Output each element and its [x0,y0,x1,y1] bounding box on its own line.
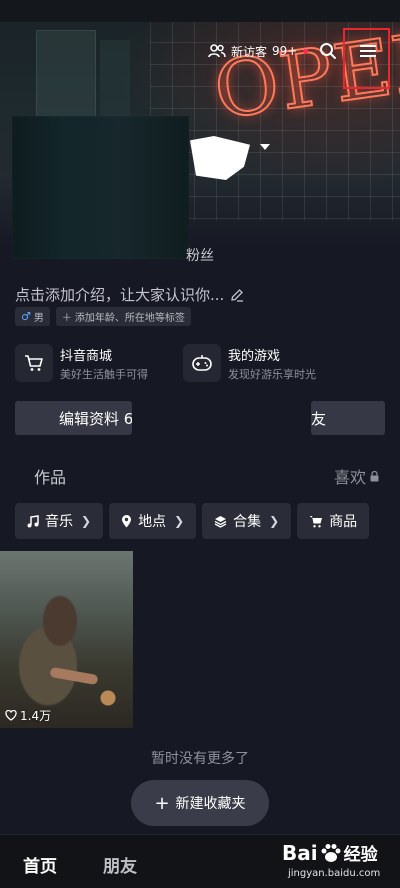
lock-icon [370,470,379,481]
heart-outline-icon [5,710,17,721]
gender-tag[interactable]: ♂ 男 [15,307,50,326]
paw-icon [321,843,341,862]
shop-title: 抖音商城 [60,348,113,364]
cart-icon [25,355,43,371]
tab-likes[interactable]: 喜欢 [334,464,379,488]
chevron-right-icon: ❯ [174,514,185,528]
visitors-label: 新访客 [231,44,268,59]
new-folder-label: 新建收藏夹 [175,796,246,812]
no-more-text: 暂时没有更多了 [151,751,249,767]
layers-icon [214,515,227,528]
highlight-annotation [343,28,390,89]
gamepad-icon [192,355,212,371]
video-thumbnail[interactable]: 1.4万 [0,551,133,728]
chevron-right-icon: ❯ [81,514,92,528]
new-folder-button[interactable]: + 新建收藏夹 [131,780,269,826]
chip-music[interactable]: 音乐 ❯ [15,503,104,539]
add-tag-button[interactable]: ＋ 添加年龄、所在地等标签 [55,307,191,326]
add-tag-label: 添加年龄、所在地等标签 [74,313,185,324]
games-entry[interactable]: 我的游戏 发现好游乐享时光 [183,344,351,382]
gender-label: 男 [33,313,44,324]
bio-edit[interactable]: 点击添加介绍，让大家认识你... [15,284,244,305]
tab-likes-label: 喜欢 [334,468,367,487]
visitors-count: 99+ [272,44,298,58]
new-visitors-button[interactable]: 新访客 99+ [208,42,309,60]
nav-home[interactable]: 首页 [23,852,57,877]
category-chips: 音乐 ❯ 地点 ❯ 合集 ❯ 商品 [15,503,370,539]
profile-action-bar: 编辑资料 6 友 [15,401,385,435]
chip-location[interactable]: 地点 ❯ [109,503,197,539]
nav-friends[interactable]: 朋友 [103,852,137,877]
chip-music-label: 音乐 [45,514,73,530]
status-bar [0,0,400,22]
location-pin-icon [122,515,132,528]
male-icon: ♂ [21,310,31,323]
chevron-right-icon: ❯ [269,514,280,528]
notification-dot [303,48,309,54]
shop-entry[interactable]: 抖音商城 美好生活触手可得 [15,344,183,382]
watermark-logo: Bai 经验 [282,840,378,866]
plus-icon: + [154,792,170,814]
search-icon [320,43,336,59]
profile-tags: ♂ 男 ＋ 添加年龄、所在地等标签 [15,307,191,326]
video-likes-count: 1.4万 [20,709,52,723]
shop-subtitle: 美好生活触手可得 [60,367,148,381]
pencil-icon [231,288,244,302]
games-subtitle: 发现好游乐享时光 [228,367,316,381]
fans-label[interactable]: 粉丝 [186,245,214,265]
people-icon [208,44,226,58]
service-entries: 抖音商城 美好生活触手可得 我的游戏 发现好游乐享时光 [15,344,351,382]
add-friend-button[interactable]: 友 [311,401,385,435]
tab-works[interactable]: 作品 [34,464,66,488]
watermark-url: jingyan.baidu.com [288,868,381,879]
chip-collection[interactable]: 合集 ❯ [202,503,292,539]
bio-text: 点击添加介绍，让大家认识你... [15,286,225,304]
baidu-watermark: Bai 经验 jingyan.baidu.com [282,840,400,886]
plus-icon: ＋ [61,313,72,324]
avatar-redacted[interactable] [12,116,189,259]
edit-profile-button[interactable]: 编辑资料 6 [15,401,132,435]
video-likes: 1.4万 [5,707,51,724]
profile-page: OPEN 新访客 99+ 粉丝 点击添加介绍，让大家认识你... ♂ 男 ＋ 添… [0,0,400,888]
chip-location-label: 地点 [138,514,167,530]
cart-icon [309,515,323,527]
account-switch-caret-icon[interactable] [260,144,270,150]
content-tabs: 作品 喜欢 [0,460,400,488]
chip-products[interactable]: 商品 [297,503,370,539]
music-icon [27,514,39,527]
chip-products-label: 商品 [329,514,358,530]
games-title: 我的游戏 [228,348,281,364]
chip-collection-label: 合集 [233,514,262,530]
search-button[interactable] [315,38,341,64]
